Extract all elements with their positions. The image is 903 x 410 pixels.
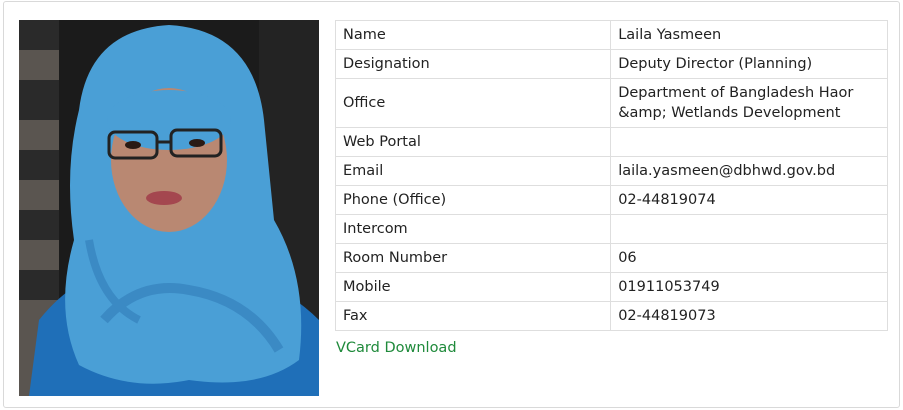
office-value: Department of Bangladesh Haor &amp; Wetl… (610, 78, 888, 128)
room-number-label: Room Number (334, 243, 612, 273)
office-label: Office (334, 78, 612, 128)
mobile-label: Mobile (334, 272, 612, 302)
web-portal-label: Web Portal (334, 127, 612, 157)
email-value: laila.yasmeen@dbhwd.gov.bd (610, 156, 888, 186)
name-label: Name (334, 20, 612, 50)
table-row: Room Number 06 (334, 243, 888, 273)
name-value: Laila Yasmeen (610, 20, 888, 50)
table-row: Designation Deputy Director (Planning) (334, 49, 888, 79)
intercom-value (610, 214, 888, 244)
intercom-label: Intercom (334, 214, 612, 244)
fax-label: Fax (334, 301, 612, 331)
fax-value: 02-44819073 (610, 301, 888, 331)
table-row: Phone (Office) 02-44819074 (334, 185, 888, 215)
profile-photo-illustration (19, 20, 319, 396)
phone-office-value: 02-44819074 (610, 185, 888, 215)
profile-photo (19, 20, 319, 396)
designation-label: Designation (334, 49, 612, 79)
room-number-value: 06 (610, 243, 888, 273)
phone-office-label: Phone (Office) (334, 185, 612, 215)
table-row: Mobile 01911053749 (334, 272, 888, 302)
table-row: Web Portal (334, 127, 888, 157)
mobile-value: 01911053749 (610, 272, 888, 302)
table-row: Email laila.yasmeen@dbhwd.gov.bd (334, 156, 888, 186)
email-label: Email (334, 156, 612, 186)
profile-card: Name Laila Yasmeen Designation Deputy Di… (3, 1, 900, 408)
vcard-download-link[interactable]: VCard Download (336, 340, 457, 356)
table-row: Name Laila Yasmeen (334, 20, 888, 50)
designation-value: Deputy Director (Planning) (610, 49, 888, 79)
table-row: Fax 02-44819073 (334, 301, 888, 331)
web-portal-value (610, 127, 888, 157)
table-row: Intercom (334, 214, 888, 244)
profile-info-table: Name Laila Yasmeen Designation Deputy Di… (334, 20, 888, 331)
table-row: Office Department of Bangladesh Haor &am… (334, 78, 888, 128)
